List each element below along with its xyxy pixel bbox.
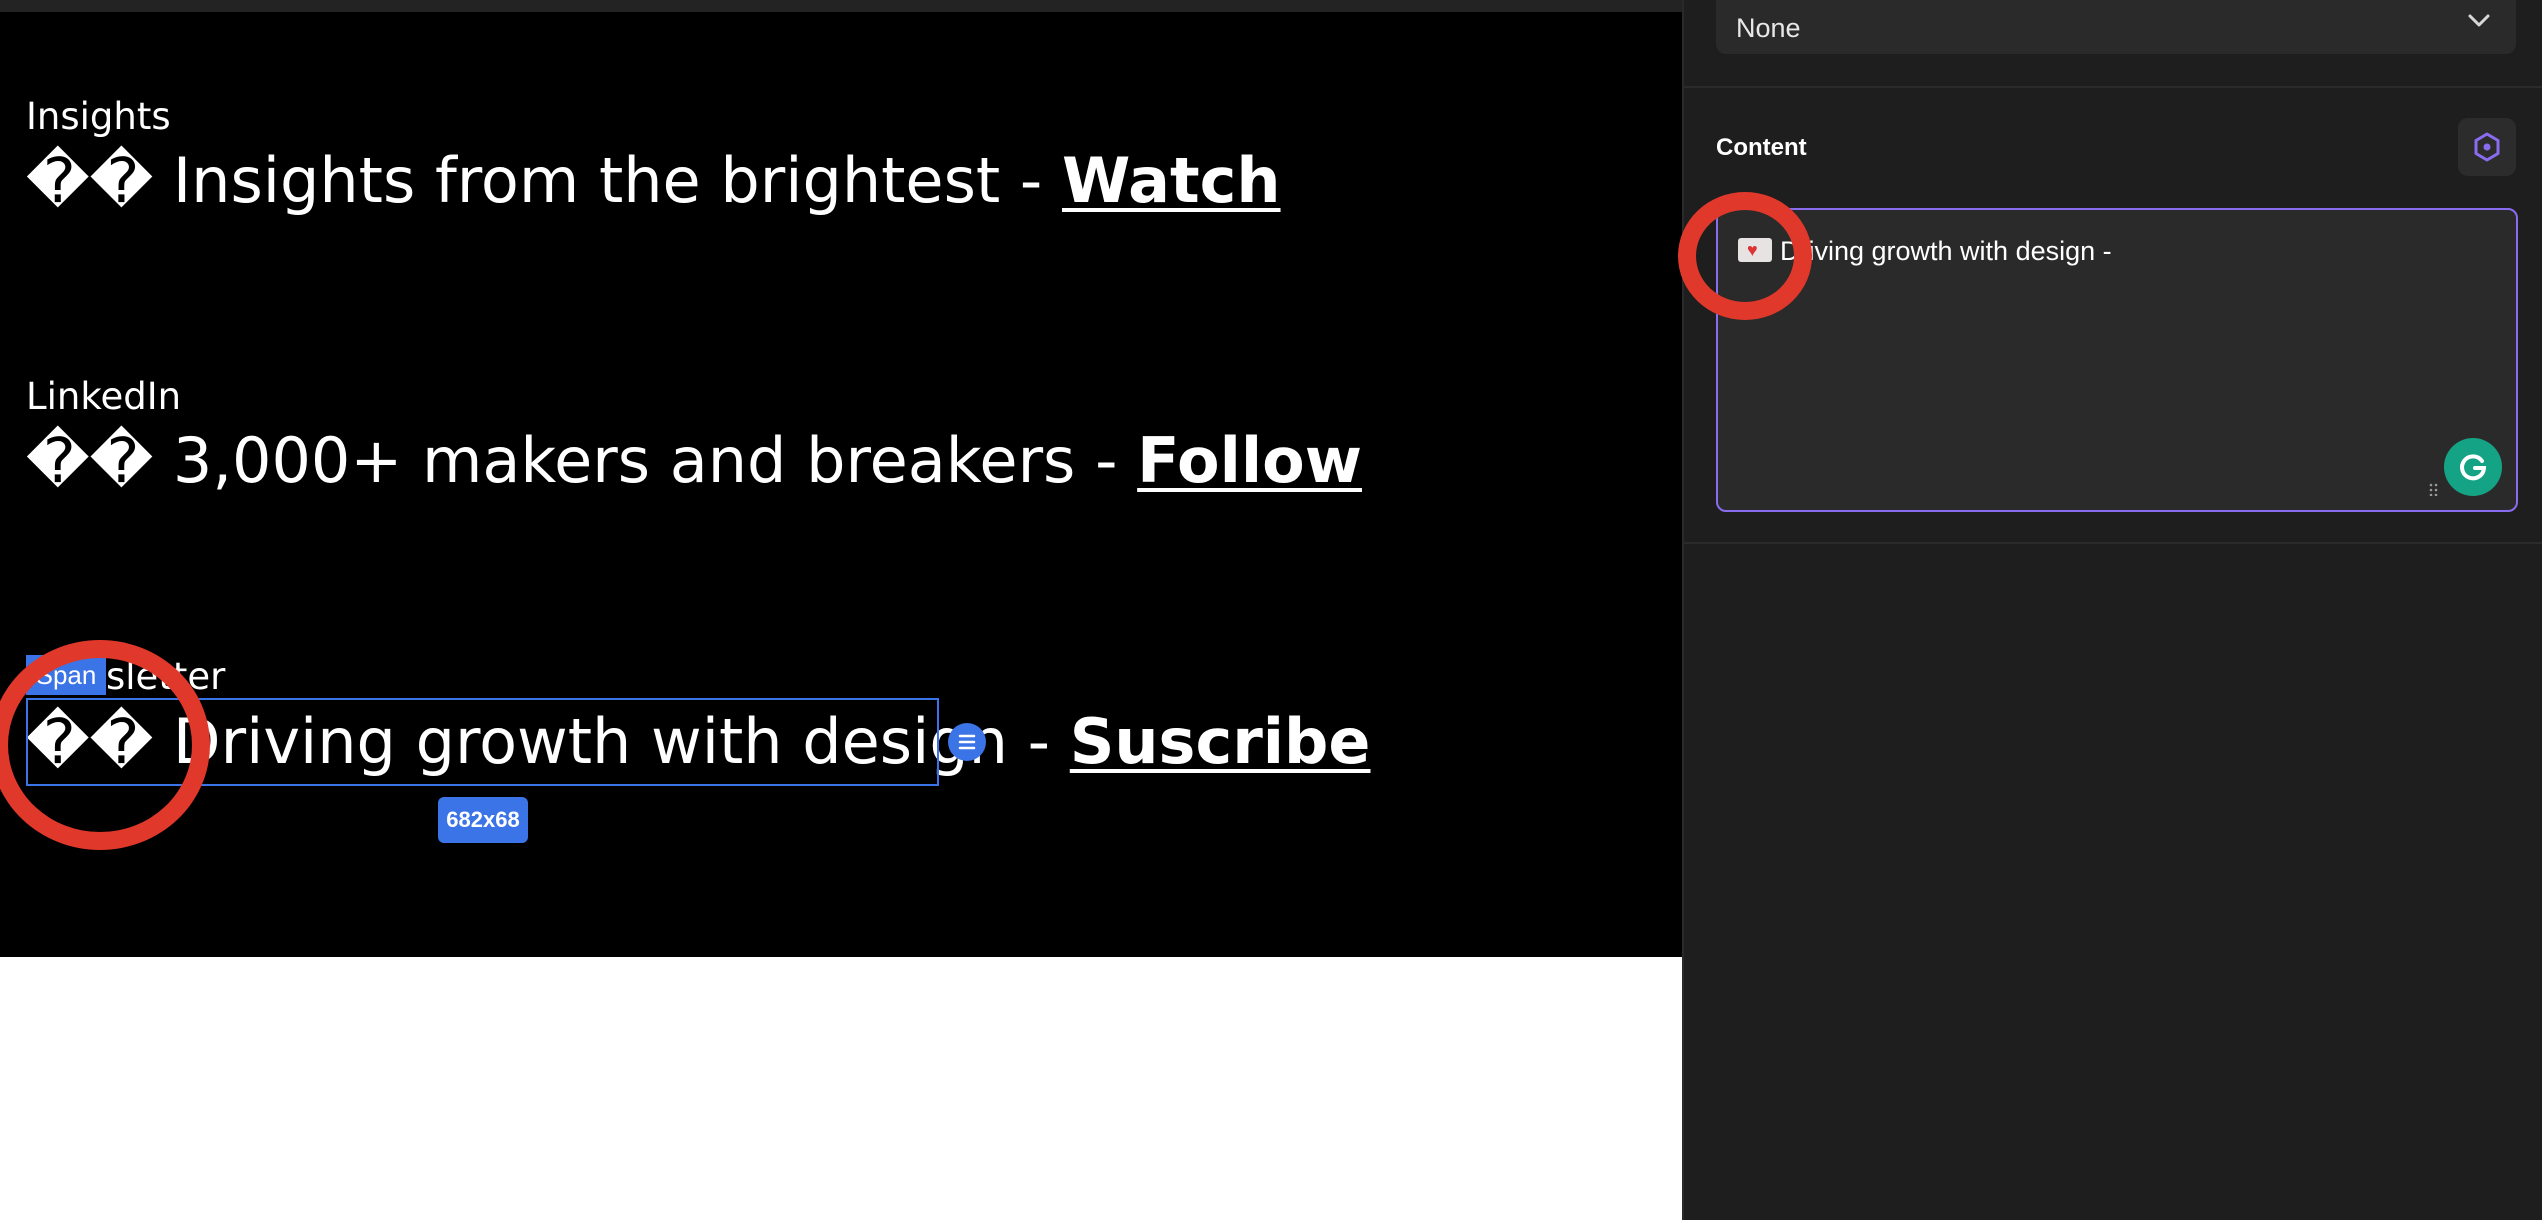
divider: [1684, 86, 2542, 88]
chevron-down-icon: [2468, 14, 2490, 27]
subscribe-link[interactable]: Suscribe: [1070, 705, 1371, 778]
resize-handle-icon[interactable]: [2428, 482, 2442, 496]
line-insights[interactable]: �� Insights from the brightest - Watch: [26, 150, 1281, 212]
select-value: None: [1736, 13, 1801, 43]
grammarly-icon[interactable]: [2444, 438, 2502, 496]
eyebrow-insights[interactable]: Insights: [26, 98, 171, 135]
selection-size-badge: 682x68: [438, 797, 528, 843]
line-linkedin[interactable]: �� 3,000+ makers and breakers - Follow: [26, 430, 1362, 492]
eyebrow-linkedin[interactable]: LinkedIn: [26, 378, 181, 415]
divider: [1684, 542, 2542, 544]
annotation-circle: [0, 640, 210, 850]
canvas-top-strip: [0, 0, 1682, 12]
emoji-glyph: ��: [26, 144, 154, 217]
line-text: 3,000+ makers and breakers -: [172, 424, 1138, 497]
textarea-value: Driving growth with design -: [1780, 236, 2112, 266]
content-textarea[interactable]: ♥ Driving growth with design -: [1716, 208, 2518, 512]
content-settings-button[interactable]: [2458, 118, 2516, 176]
select-dropdown[interactable]: None: [1716, 0, 2516, 54]
follow-link[interactable]: Follow: [1137, 424, 1362, 497]
annotation-circle: [1678, 192, 1812, 320]
design-canvas[interactable]: Insights �� Insights from the brightest …: [0, 0, 1682, 1220]
content-label: Content: [1716, 134, 1807, 161]
align-icon[interactable]: [948, 723, 986, 761]
emoji-glyph: ��: [26, 424, 154, 497]
hexagon-icon: [2474, 132, 2500, 162]
properties-panel: None Content ♥ Driving growth with desig…: [1678, 0, 2542, 1220]
line-text: Insights from the brightest -: [172, 144, 1062, 217]
watch-link[interactable]: Watch: [1062, 144, 1281, 217]
